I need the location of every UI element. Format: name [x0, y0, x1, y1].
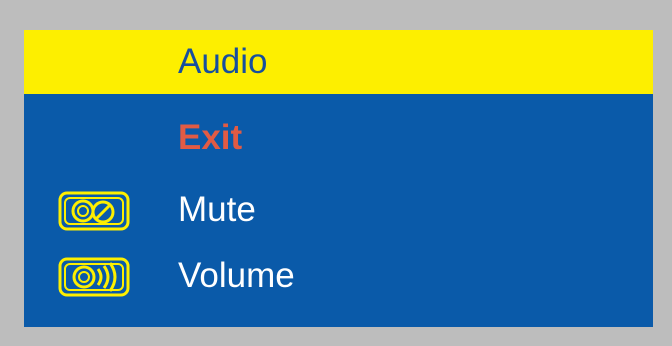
osd-menu-panel: Audio Exit Mute Volume — [24, 30, 653, 327]
menu-title: Audio — [178, 42, 268, 81]
exit-menu-item[interactable]: Exit — [24, 110, 653, 168]
volume-speaker-icon — [58, 256, 130, 298]
menu-header: Audio — [24, 30, 653, 94]
volume-menu-item[interactable]: Volume — [24, 248, 653, 306]
mute-label: Mute — [178, 190, 256, 229]
exit-label: Exit — [178, 118, 243, 157]
screen-background: Audio Exit Mute Volume — [0, 0, 672, 346]
volume-label: Volume — [178, 256, 295, 295]
mute-menu-item[interactable]: Mute — [24, 182, 653, 240]
mute-speaker-icon — [58, 190, 130, 232]
